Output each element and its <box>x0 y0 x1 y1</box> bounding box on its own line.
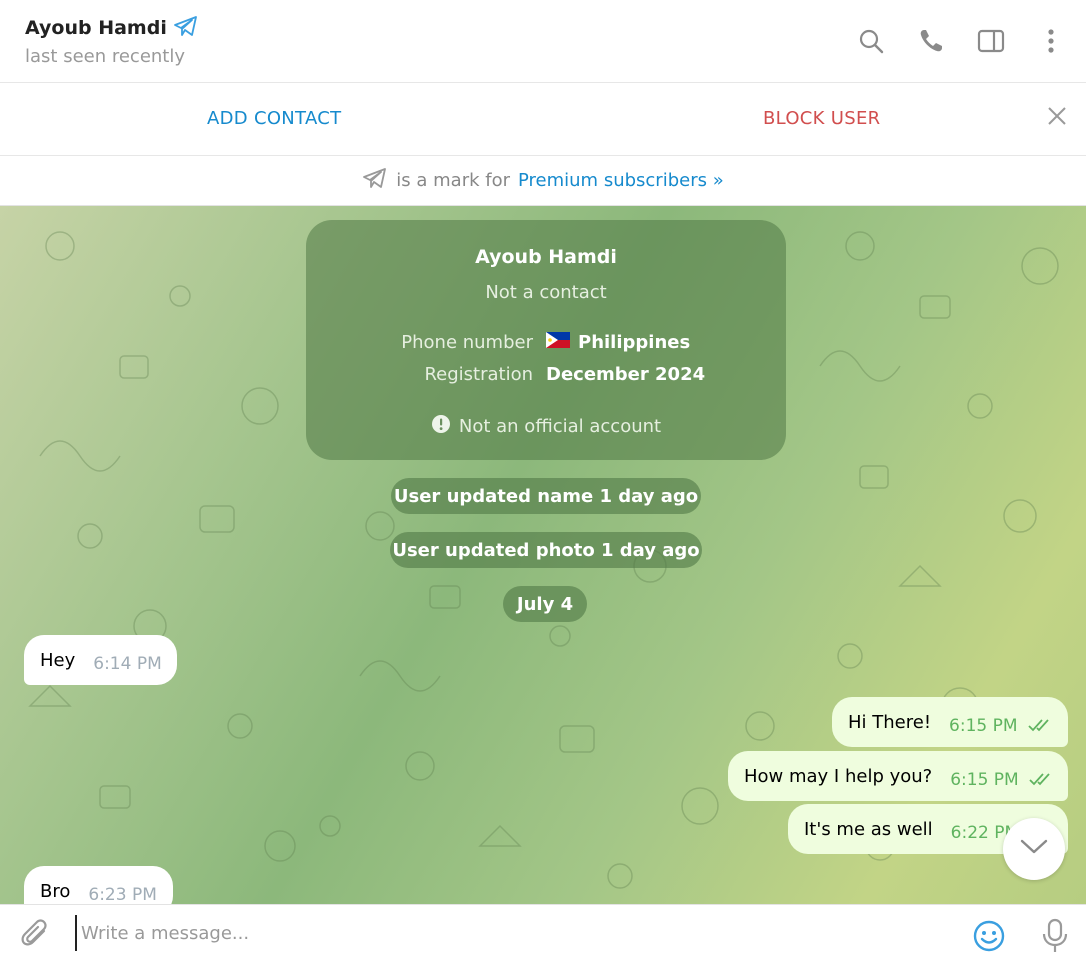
premium-notice: is a mark for Premium subscribers » <box>0 156 1086 206</box>
chat-history[interactable]: Ayoub Hamdi Not a contact Phone number P… <box>0 206 1086 904</box>
paperclip-icon[interactable] <box>20 919 52 955</box>
info-card-subtitle: Not a contact <box>485 282 607 303</box>
double-check-icon <box>1027 716 1054 737</box>
official-account-text: Not an official account <box>458 416 662 437</box>
chevron-down-icon <box>1020 839 1048 859</box>
contact-action-bar: ADD CONTACT BLOCK USER <box>0 83 1086 156</box>
message-time: 6:14 PM <box>93 654 162 674</box>
add-contact-button[interactable]: ADD CONTACT <box>207 108 341 129</box>
contact-info-card: Ayoub Hamdi Not a contact Phone number P… <box>306 220 786 460</box>
phone-country: Philippines <box>578 332 691 353</box>
close-icon[interactable] <box>1046 105 1068 131</box>
message-bubble-outgoing[interactable]: How may I help you? 6:15 PM <box>728 751 1068 801</box>
telegram-plane-icon <box>362 167 388 194</box>
phone-number-label: Phone number <box>401 332 533 353</box>
service-message-photo-update: User updated photo 1 day ago <box>390 532 702 568</box>
contact-name[interactable]: Ayoub Hamdi <box>25 17 167 39</box>
search-icon[interactable] <box>854 24 888 58</box>
microphone-icon[interactable] <box>1040 918 1070 958</box>
message-composer <box>0 904 1086 963</box>
info-exclamation-icon <box>431 414 451 439</box>
message-bubble-incoming[interactable]: Bro 6:23 PM <box>24 866 173 904</box>
message-bubble-outgoing[interactable]: Hi There! 6:15 PM <box>832 697 1068 747</box>
sidebar-toggle-icon[interactable] <box>974 24 1008 58</box>
message-text: It's me as well <box>804 818 933 840</box>
message-text: Hey <box>40 649 76 671</box>
telegram-plane-icon <box>173 14 199 42</box>
header-actions <box>854 24 1068 58</box>
registration-label: Registration <box>424 364 533 385</box>
message-time: 6:15 PM <box>950 770 1019 790</box>
official-account-note: Not an official account <box>306 414 786 439</box>
date-separator: July 4 <box>503 586 587 622</box>
message-time: 6:23 PM <box>88 885 157 904</box>
service-message-name-update: User updated name 1 day ago <box>391 478 701 514</box>
message-text: Hi There! <box>848 711 932 733</box>
emoji-icon[interactable] <box>972 919 1006 957</box>
message-text: How may I help you? <box>744 765 933 787</box>
premium-notice-text: is a mark for <box>396 170 510 191</box>
scroll-to-bottom-button[interactable] <box>1003 818 1065 880</box>
registration-value: December 2024 <box>546 364 706 385</box>
message-text: Bro <box>40 880 71 902</box>
contact-name-row[interactable]: Ayoub Hamdi <box>25 14 199 42</box>
chat-header: Ayoub Hamdi last seen recently <box>0 0 1086 83</box>
philippines-flag-icon <box>546 332 570 353</box>
phone-icon[interactable] <box>914 24 948 58</box>
more-vertical-icon[interactable] <box>1034 24 1068 58</box>
message-time: 6:15 PM <box>949 716 1018 736</box>
info-card-title: Ayoub Hamdi <box>475 246 617 268</box>
message-bubble-incoming[interactable]: Hey 6:14 PM <box>24 635 177 685</box>
message-input[interactable] <box>75 915 945 951</box>
premium-subscribers-link[interactable]: Premium subscribers » <box>518 170 724 191</box>
double-check-icon <box>1029 770 1055 791</box>
phone-number-value: Philippines <box>546 332 690 353</box>
block-user-button[interactable]: BLOCK USER <box>763 108 880 129</box>
last-seen-status: last seen recently <box>25 46 186 67</box>
